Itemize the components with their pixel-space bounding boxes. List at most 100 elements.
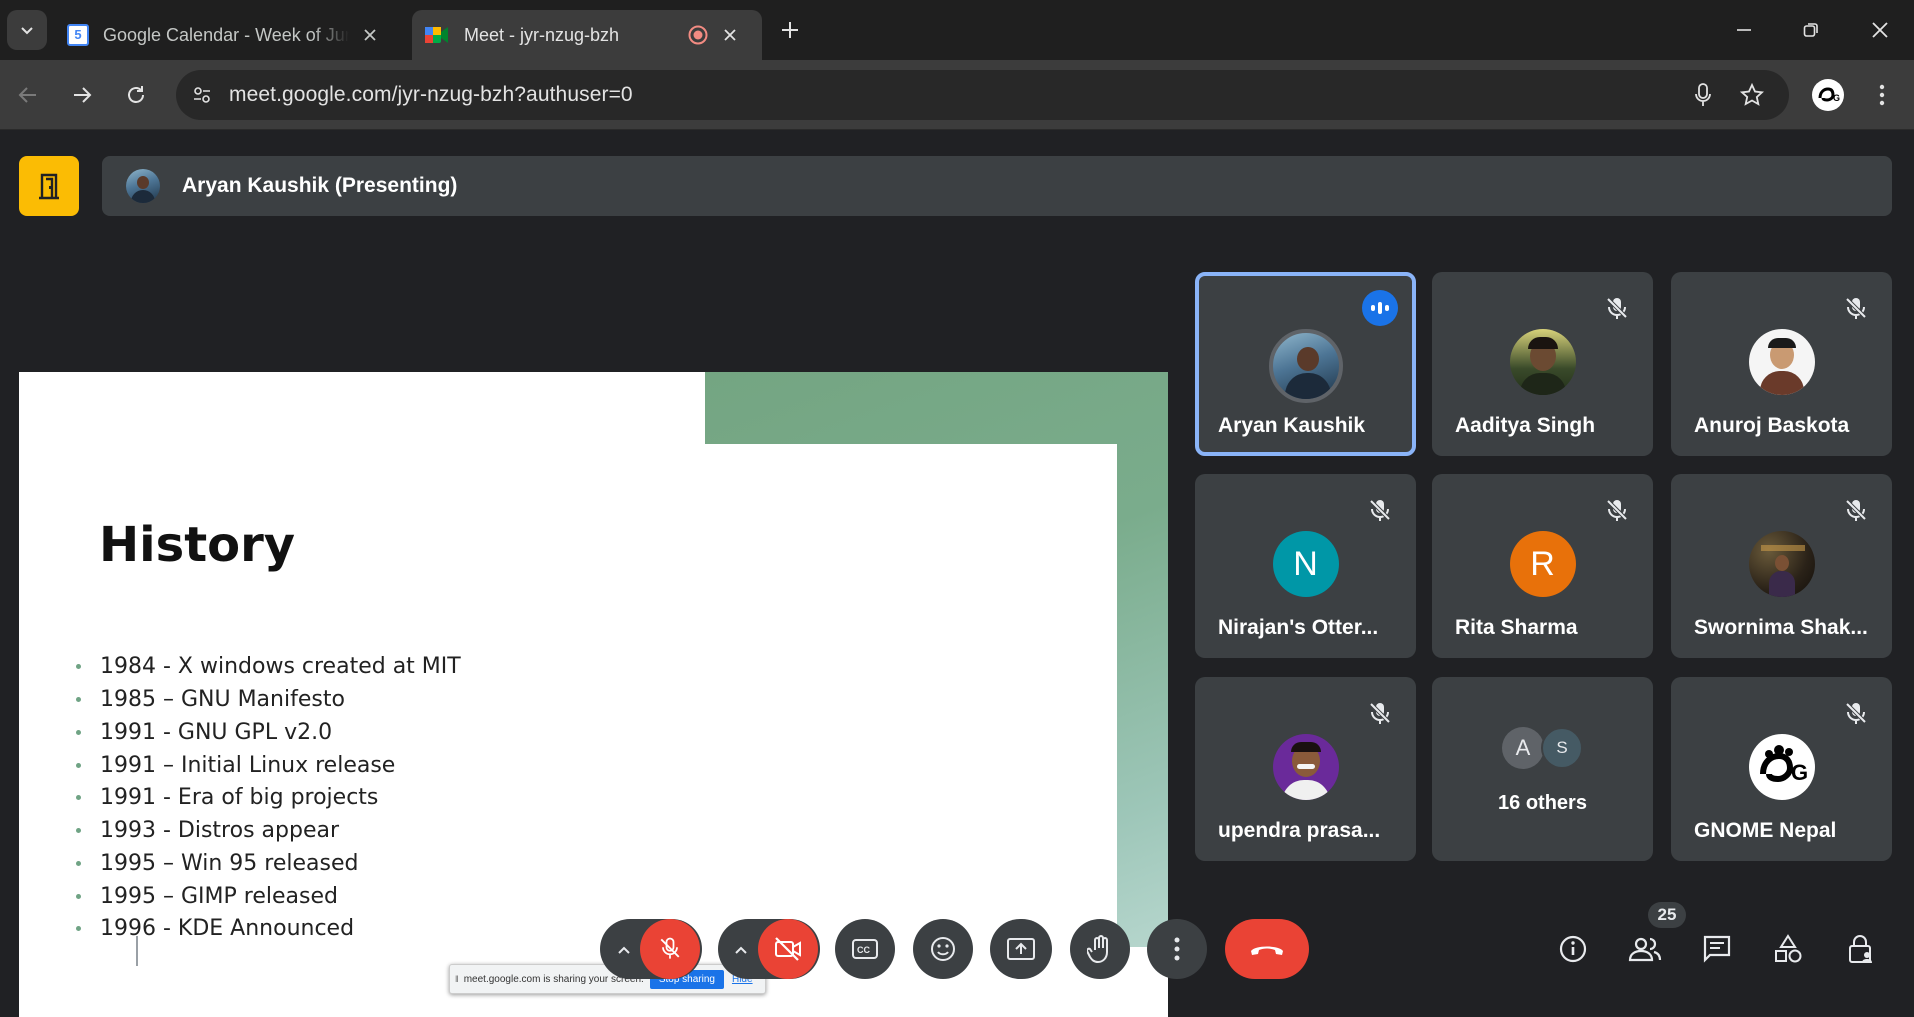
slide-white-panel [705,444,1117,947]
people-icon [1628,937,1662,962]
participant-name: GNOME Nepal [1694,819,1837,842]
svg-text:G: G [1791,760,1808,785]
participant-tile[interactable]: Swornima Shak... [1671,474,1892,658]
meet-favicon [425,27,448,43]
participant-tile[interactable]: Aryan Kaushik [1195,272,1416,456]
slide-bullet: 1985 – GNU Manifesto [76,687,345,712]
avatar [126,169,160,203]
arrow-right-icon [74,87,92,103]
present-to-all-icon [1007,938,1035,960]
captions-button[interactable]: CC [835,919,895,979]
recording-indicator-icon [688,25,708,45]
drag-handle-icon[interactable]: ‖ [455,974,459,984]
chevron-up-icon [618,946,630,954]
tab-search-button[interactable] [7,10,47,50]
raise-hand-button[interactable] [1070,919,1130,979]
close-icon[interactable] [363,28,377,42]
presenter-label: Aryan Kaushik (Presenting) [182,174,458,197]
bookmark-star-icon[interactable] [1740,83,1764,107]
meeting-title: Open Source : Empower, Overcome... [154,937,565,963]
tab-title: Google Calendar - Week of June [103,24,349,45]
video-settings-button[interactable] [727,936,755,964]
hand-icon [1087,935,1108,964]
new-tab-button[interactable] [772,12,808,48]
participant-tile[interactable]: upendra prasa... [1195,677,1416,861]
address-bar[interactable]: meet.google.com/jyr-nzug-bzh?authuser=0 [176,70,1789,120]
divider [136,936,138,966]
chat-button[interactable] [1692,924,1742,974]
reactions-button[interactable] [913,919,973,979]
site-settings-icon[interactable] [192,85,212,105]
avatar-letter: S [1541,727,1583,769]
minimize-icon [1737,29,1751,31]
gnome-logo-icon: G [1748,734,1815,800]
slide-bullet: 1995 – Win 95 released [76,851,358,876]
participant-name: Rita Sharma [1455,616,1578,639]
tab-google-calendar[interactable]: 5 Google Calendar - Week of June [56,10,401,60]
svg-text:G: G [1833,93,1840,103]
slide-bullet: 1995 – GIMP released [76,884,338,909]
people-button[interactable] [1620,924,1670,974]
tab-meet[interactable]: Meet - jyr-nzug-bzh [412,10,762,60]
microphone-icon[interactable] [1694,83,1712,107]
more-options-button[interactable] [1147,919,1207,979]
chevron-down-icon [21,27,33,35]
back-button[interactable] [8,75,48,115]
meet-app: Aryan Kaushik (Presenting) History 1984 … [0,131,1914,1017]
leave-call-button[interactable] [1225,919,1309,979]
svg-text:CC: CC [857,945,870,955]
camera-toggle-button[interactable] [758,919,818,979]
lock-person-icon [1849,935,1872,963]
minimize-button[interactable] [1721,10,1767,50]
presenter-bar: Aryan Kaushik (Presenting) [102,156,1892,216]
camera-off-icon [775,937,801,961]
mic-toggle-button[interactable] [640,919,700,979]
more-vert-icon [1174,937,1180,961]
participant-tile[interactable]: Anuroj Baskota [1671,272,1892,456]
reload-button[interactable] [116,75,156,115]
participant-name: Aryan Kaushik [1218,414,1366,437]
host-controls-button[interactable] [1836,924,1886,974]
avatar [1748,531,1815,597]
calendar-favicon: 5 [67,24,89,46]
others-tile[interactable]: A S 16 others [1432,677,1653,861]
chat-icon [1703,935,1731,963]
mic-off-icon [1369,702,1391,724]
avatar-letter: A [1502,727,1544,769]
browser-tab-strip: 5 Google Calendar - Week of June Meet - … [0,0,1914,60]
profile-button[interactable]: G [1808,75,1848,115]
browser-menu-button[interactable] [1862,75,1902,115]
forward-button[interactable] [62,75,102,115]
avatar [1509,329,1576,395]
participant-name: Aaditya Singh [1455,414,1596,437]
participant-tile[interactable]: G GNOME Nepal [1671,677,1892,861]
participant-tile[interactable]: N Nirajan's Otter... [1195,474,1416,658]
participant-tile[interactable]: Aaditya Singh [1432,272,1653,456]
plus-icon [782,22,798,38]
participant-count-badge: 25 [1648,902,1686,928]
meeting-info-button[interactable] [1548,924,1598,974]
slide-bullet: 1991 – Initial Linux release [76,753,395,778]
url-text: meet.google.com/jyr-nzug-bzh?authuser=0 [229,83,633,106]
hang-up-icon [1251,946,1283,955]
avatar-letter: R [1509,531,1576,597]
info-icon [1559,935,1587,963]
speaking-indicator-icon [1362,290,1398,326]
close-icon[interactable] [723,28,737,42]
participant-tile[interactable]: R Rita Sharma [1432,474,1653,658]
close-window-button[interactable] [1857,10,1903,50]
activities-button[interactable] [1763,924,1813,974]
present-screen-button[interactable] [990,919,1052,979]
participant-name: Swornima Shak... [1694,616,1868,639]
mic-off-icon [1369,499,1391,521]
restore-button[interactable] [1788,10,1834,50]
closed-captions-icon: CC [852,939,878,959]
exit-presentation-button[interactable] [19,156,79,216]
audio-settings-button[interactable] [610,936,638,964]
slide-bullet: 1984 - X windows created at MIT [76,654,461,679]
clock: 8:31 PM [30,937,117,963]
mic-off-icon [1845,499,1867,521]
mic-off-icon [1606,499,1628,521]
participant-name: Anuroj Baskota [1694,414,1850,437]
reload-icon [128,86,144,103]
